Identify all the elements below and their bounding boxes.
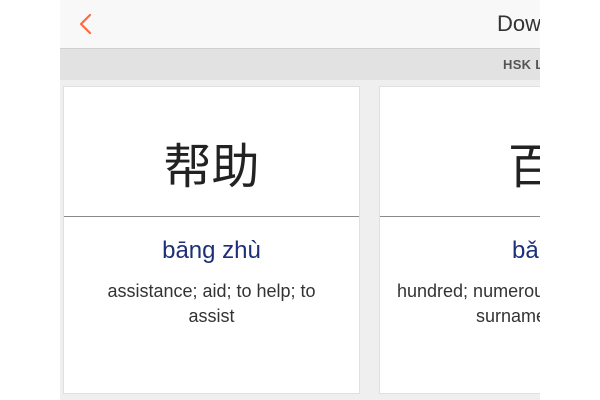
meaning-line: assistance; aid; to help; to (107, 281, 316, 301)
flashcard-carousel[interactable]: 帮助 bāng zhù assistance; aid; to help; to… (60, 80, 540, 400)
meaning-line: assist (188, 306, 235, 326)
pinyin-text: bǎ (512, 237, 539, 264)
flashcard[interactable]: 百 bǎ hundred; numerou surname (379, 86, 540, 394)
section-header-bar: HSK L (60, 48, 540, 81)
meaning-text: hundred; numerou surname (397, 279, 540, 329)
hanzi-text: 帮助 (163, 139, 260, 195)
chevron-left-icon (79, 13, 92, 35)
pinyin-text: bāng zhù (162, 237, 261, 264)
page-title: Dow (497, 11, 540, 36)
hanzi-text: 百 (508, 139, 540, 195)
meaning-line: hundred; numerou (397, 281, 540, 301)
hanzi-area: 帮助 (64, 87, 359, 217)
back-button[interactable] (70, 8, 100, 40)
flashcard[interactable]: 帮助 bāng zhù assistance; aid; to help; to… (63, 86, 360, 394)
hanzi-area: 百 (380, 87, 540, 217)
meaning-line: surname (476, 306, 540, 326)
nav-bar: Dow (60, 0, 540, 48)
meaning-text: assistance; aid; to help; to assist (94, 279, 329, 329)
section-header-label: HSK L (503, 57, 540, 72)
app-window: Dow HSK L 帮助 bāng zhù assistance; aid; t… (60, 0, 540, 400)
